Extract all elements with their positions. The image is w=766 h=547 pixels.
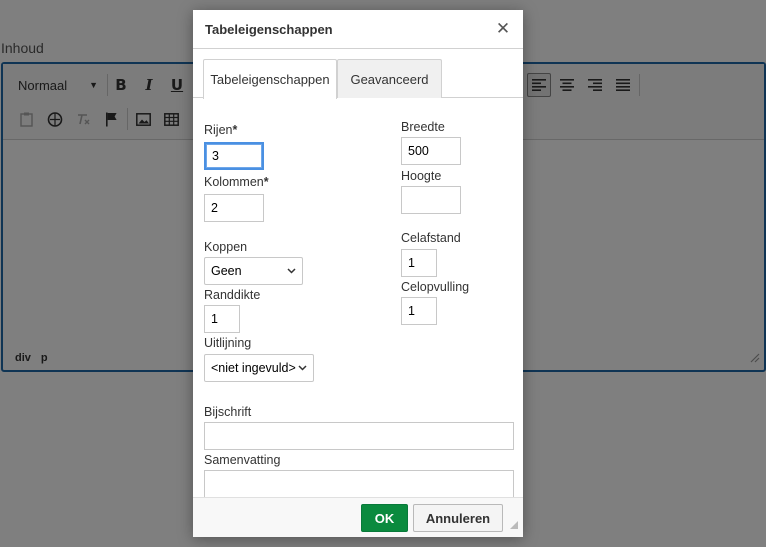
columns-label: Kolommen* (204, 175, 269, 189)
tab-table-properties[interactable]: Tabeleigenschappen (203, 59, 337, 99)
dialog-title-text: Tabeleigenschappen (205, 21, 333, 37)
height-label: Hoogte (401, 169, 442, 183)
columns-label-text: Kolommen (204, 175, 264, 189)
cellpadding-input[interactable] (401, 297, 437, 325)
chevron-down-icon (298, 363, 307, 373)
rows-input[interactable] (204, 142, 264, 170)
cancel-button[interactable]: Annuleren (413, 504, 503, 532)
dialog-footer: OK Annuleren (193, 497, 523, 537)
tab-advanced[interactable]: Geavanceerd (337, 59, 442, 98)
summary-label: Samenvatting (204, 453, 281, 467)
caption-label: Bijschrift (204, 405, 252, 419)
required-mark: * (232, 123, 238, 137)
required-mark: * (263, 175, 269, 189)
border-label: Randdikte (204, 288, 261, 302)
chevron-down-icon (287, 266, 296, 276)
table-properties-dialog: Tabeleigenschappen ✕ Tabeleigenschappen … (193, 10, 523, 537)
cellpadding-label: Celopvulling (401, 280, 470, 294)
resize-grip-icon[interactable] (509, 518, 519, 533)
columns-input[interactable] (204, 194, 264, 222)
dialog-title: Tabeleigenschappen (193, 10, 523, 49)
summary-input[interactable] (204, 470, 514, 498)
cellspacing-label: Celafstand (401, 231, 461, 245)
alignment-select-value: <niet ingevuld> (211, 361, 296, 375)
close-icon[interactable]: ✕ (495, 19, 511, 38)
width-label: Breedte (401, 120, 445, 134)
headers-select[interactable]: Geen (204, 257, 303, 285)
alignment-label: Uitlijning (204, 336, 252, 350)
rows-label-text: Rijen (204, 123, 233, 137)
alignment-select[interactable]: <niet ingevuld> (204, 354, 314, 382)
dialog-body: Rijen* Kolommen* Koppen Geen Randdikte U… (193, 98, 523, 498)
border-input[interactable] (204, 305, 240, 333)
caption-input[interactable] (204, 422, 514, 450)
height-input[interactable] (401, 186, 461, 214)
headers-select-value: Geen (211, 264, 242, 278)
rows-label: Rijen* (204, 123, 237, 137)
tab-strip: Tabeleigenschappen Geavanceerd (193, 49, 523, 99)
headers-label: Koppen (204, 240, 248, 254)
ok-button[interactable]: OK (361, 504, 408, 532)
cellspacing-input[interactable] (401, 249, 437, 277)
width-input[interactable] (401, 137, 461, 165)
